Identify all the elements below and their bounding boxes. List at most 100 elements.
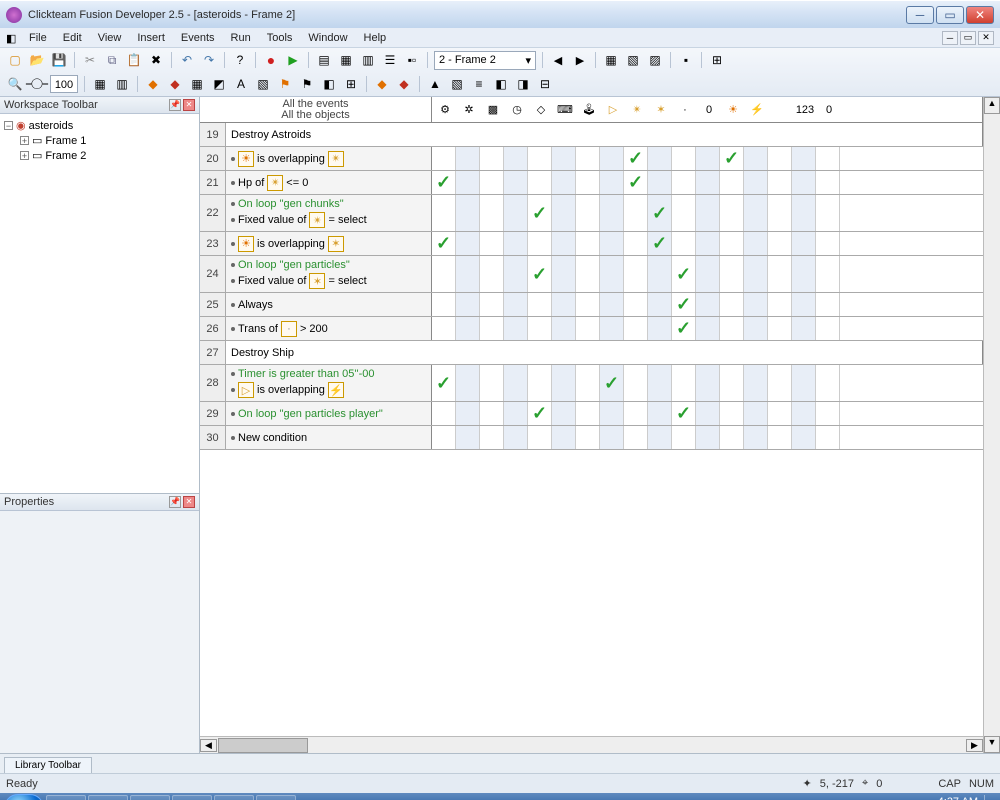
action-cell[interactable]: ✓ bbox=[528, 402, 552, 425]
event-row-19[interactable]: 19Destroy Astroids bbox=[200, 123, 983, 147]
action-cell[interactable] bbox=[648, 147, 672, 170]
start-button[interactable] bbox=[4, 794, 44, 800]
data-ed-button[interactable]: ▪▫ bbox=[403, 51, 421, 69]
action-cell[interactable] bbox=[816, 195, 840, 231]
action-cell[interactable]: ✓ bbox=[624, 171, 648, 194]
grid-button[interactable]: ⊞ bbox=[708, 51, 726, 69]
action-cell[interactable] bbox=[768, 256, 792, 292]
action-cell[interactable]: ✓ bbox=[672, 402, 696, 425]
zoom-slider[interactable]: ⎯◯⎯ bbox=[28, 75, 46, 93]
zoom-value[interactable]: 100 bbox=[50, 75, 78, 93]
settings-button[interactable]: ▪ bbox=[677, 51, 695, 69]
zero-icon[interactable]: 0 bbox=[698, 99, 720, 121]
action-cell[interactable] bbox=[456, 232, 480, 255]
action-cell[interactable] bbox=[456, 147, 480, 170]
action-cell[interactable] bbox=[624, 256, 648, 292]
gear2-icon[interactable]: ✲ bbox=[458, 99, 480, 121]
ev-tool-12[interactable]: ⊞ bbox=[342, 75, 360, 93]
action-cell[interactable] bbox=[528, 426, 552, 449]
event-row-28[interactable]: 28Timer is greater than 05''-00▷is overl… bbox=[200, 365, 983, 402]
ev-tool-15[interactable]: ▲ bbox=[426, 75, 444, 93]
action-cell[interactable]: ✓ bbox=[720, 147, 744, 170]
action-cell[interactable] bbox=[552, 317, 576, 340]
keyboard-icon[interactable]: ⌨ bbox=[554, 99, 576, 121]
event-ed-button[interactable]: ▥ bbox=[359, 51, 377, 69]
task-android[interactable]: ◍ bbox=[214, 795, 254, 800]
stop-button[interactable]: ● bbox=[262, 51, 280, 69]
workspace-close-icon[interactable]: ✕ bbox=[183, 99, 195, 111]
action-cell[interactable] bbox=[480, 293, 504, 316]
event-conditions[interactable]: Timer is greater than 05''-00▷is overlap… bbox=[226, 365, 432, 401]
action-cell[interactable] bbox=[744, 232, 768, 255]
action-cell[interactable] bbox=[720, 317, 744, 340]
action-cell[interactable] bbox=[432, 426, 456, 449]
ev-tool-11[interactable]: ◧ bbox=[320, 75, 338, 93]
checker-icon[interactable]: ▩ bbox=[482, 99, 504, 121]
action-cell[interactable] bbox=[768, 402, 792, 425]
window-minimize-button[interactable]: ─ bbox=[906, 6, 934, 24]
event-grid[interactable]: 19Destroy Astroids20☀is overlapping✴✓✓21… bbox=[200, 123, 983, 736]
action-cell[interactable] bbox=[816, 426, 840, 449]
action-cell[interactable]: ✓ bbox=[648, 232, 672, 255]
action-cell[interactable] bbox=[480, 195, 504, 231]
copy-button[interactable]: ⧉ bbox=[103, 51, 121, 69]
frame-view-2[interactable]: ▧ bbox=[624, 51, 642, 69]
action-cell[interactable] bbox=[768, 171, 792, 194]
action-cell[interactable] bbox=[768, 147, 792, 170]
action-cell[interactable] bbox=[624, 195, 648, 231]
action-cell[interactable] bbox=[696, 232, 720, 255]
action-cell[interactable] bbox=[528, 232, 552, 255]
action-cell[interactable] bbox=[672, 365, 696, 401]
action-cell[interactable] bbox=[648, 365, 672, 401]
ev-tool-6[interactable]: ◩ bbox=[210, 75, 228, 93]
timer-icon[interactable]: ◷ bbox=[506, 99, 528, 121]
ev-tool-9[interactable]: ⚑ bbox=[276, 75, 294, 93]
action-cell[interactable] bbox=[456, 256, 480, 292]
event-conditions[interactable]: Trans of·> 200 bbox=[226, 317, 432, 340]
action-cell[interactable] bbox=[576, 402, 600, 425]
action-cell[interactable] bbox=[696, 171, 720, 194]
event-vscrollbar[interactable]: ▲ ▼ bbox=[983, 97, 1000, 753]
action-cell[interactable] bbox=[600, 317, 624, 340]
action-cell[interactable] bbox=[576, 365, 600, 401]
ev-tool-16[interactable]: ▧ bbox=[448, 75, 466, 93]
task-chrome[interactable]: ◉ bbox=[172, 795, 212, 800]
action-cell[interactable] bbox=[696, 147, 720, 170]
task-fusion[interactable]: ◉ bbox=[256, 795, 296, 800]
action-cell[interactable] bbox=[744, 293, 768, 316]
action-cell[interactable] bbox=[816, 402, 840, 425]
action-cell[interactable] bbox=[744, 171, 768, 194]
ev-tool-2[interactable]: ▥ bbox=[113, 75, 131, 93]
event-list-button[interactable]: ☰ bbox=[381, 51, 399, 69]
action-cell[interactable] bbox=[432, 402, 456, 425]
undo-button[interactable]: ↶ bbox=[178, 51, 196, 69]
mdi-restore-button[interactable]: ▭ bbox=[960, 31, 976, 45]
menu-insert[interactable]: Insert bbox=[130, 30, 172, 46]
action-cell[interactable] bbox=[768, 195, 792, 231]
event-row-23[interactable]: 23☀is overlapping✶✓✓ bbox=[200, 232, 983, 256]
action-cell[interactable]: ✓ bbox=[528, 195, 552, 231]
action-cell[interactable] bbox=[456, 195, 480, 231]
action-cell[interactable] bbox=[552, 365, 576, 401]
event-conditions[interactable]: Hp of✴<= 0 bbox=[226, 171, 432, 194]
action-cell[interactable] bbox=[456, 365, 480, 401]
action-cell[interactable] bbox=[744, 365, 768, 401]
action-cell[interactable] bbox=[432, 256, 456, 292]
event-comment[interactable]: Destroy Astroids bbox=[226, 123, 983, 146]
action-cell[interactable] bbox=[744, 256, 768, 292]
sun-icon[interactable]: ☀ bbox=[722, 99, 744, 121]
action-cell[interactable] bbox=[792, 426, 816, 449]
event-conditions[interactable]: On loop "gen particles"Fixed value of✶= … bbox=[226, 256, 432, 292]
action-cell[interactable] bbox=[672, 232, 696, 255]
action-cell[interactable] bbox=[816, 256, 840, 292]
action-cell[interactable] bbox=[504, 317, 528, 340]
action-cell[interactable] bbox=[504, 293, 528, 316]
action-cell[interactable] bbox=[600, 402, 624, 425]
action-cell[interactable] bbox=[744, 317, 768, 340]
open-button[interactable]: 📂 bbox=[28, 51, 46, 69]
mdi-minimize-button[interactable]: ─ bbox=[942, 31, 958, 45]
zoom-tool[interactable]: 🔍 bbox=[6, 75, 24, 93]
action-cell[interactable]: ✓ bbox=[672, 256, 696, 292]
action-cell[interactable] bbox=[552, 195, 576, 231]
action-cell[interactable] bbox=[696, 293, 720, 316]
